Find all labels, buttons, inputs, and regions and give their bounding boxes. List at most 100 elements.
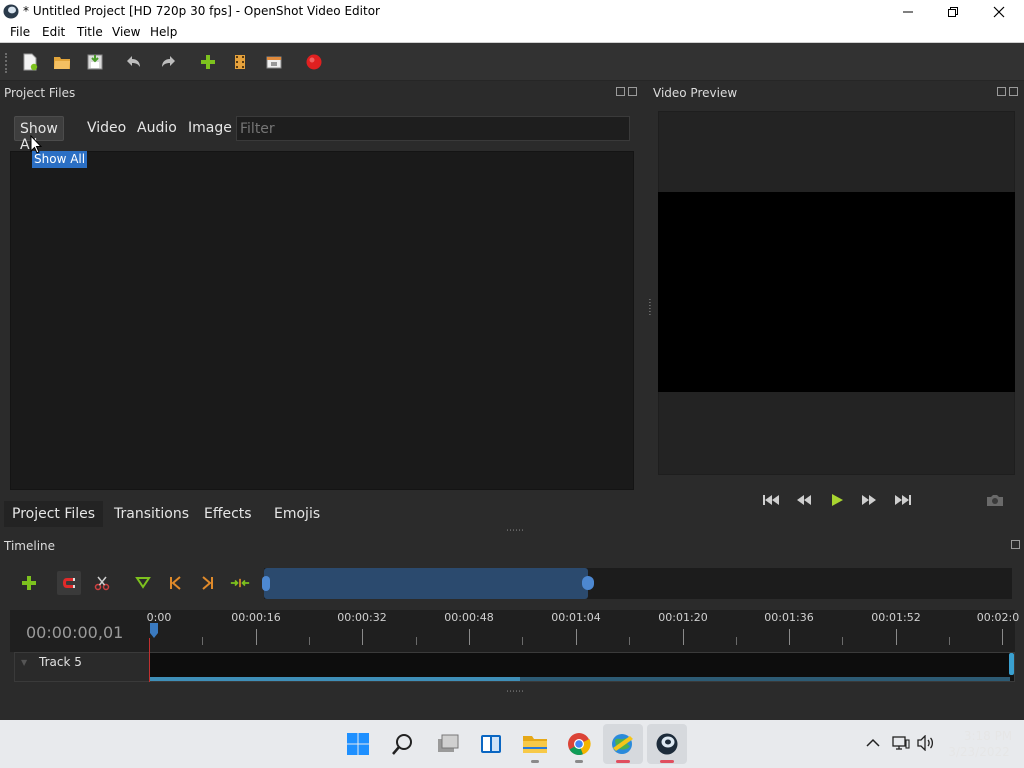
tab-project-files[interactable]: Project Files [4,501,104,527]
menu-title[interactable]: Title [77,25,103,39]
window-title: * Untitled Project [HD 720p 30 fps] - Op… [23,4,380,18]
snapping-toggle[interactable] [57,571,81,595]
vertical-splitter-handle[interactable]: ⋯⋯ [506,526,524,536]
video-preview-dock-title: Video Preview [653,86,738,100]
globe-app-button[interactable] [603,724,643,764]
project-files-list[interactable] [10,151,634,490]
new-project-button[interactable] [19,52,41,72]
import-files-button[interactable] [197,52,219,72]
center-playhead-icon [230,578,250,588]
project-files-dock-buttons [616,87,637,96]
play-button[interactable] [827,491,847,509]
fullscreen-button[interactable] [263,52,285,72]
save-project-icon [87,54,103,70]
ruler-tick [896,629,897,645]
rewind-button[interactable] [794,491,814,509]
float-dock-icon[interactable] [616,87,625,96]
filter-image[interactable]: Image [183,116,237,141]
export-video-button[interactable] [303,52,325,72]
fullscreen-icon [266,56,282,69]
tick-label: 00:01:04 [551,611,601,624]
clock-time[interactable]: 3:18 PM [963,729,1013,743]
redo-button[interactable] [158,52,180,72]
open-project-button[interactable] [51,52,73,72]
close-dock-icon[interactable] [1009,87,1018,96]
widgets-button[interactable] [471,724,511,764]
fast-forward-button[interactable] [859,491,879,509]
zoom-slider-right-handle[interactable] [582,576,594,590]
center-timeline-button[interactable] [230,573,250,593]
running-indicator [575,760,583,763]
folder-icon [523,736,547,753]
choose-profile-button[interactable] [229,52,251,72]
previous-marker-button[interactable] [165,573,185,593]
zoom-slider-range[interactable] [264,568,588,599]
filter-input[interactable] [236,116,630,141]
track-name: Track 5 [39,655,82,669]
fast-forward-icon [862,495,876,505]
ruler-tick [256,629,257,645]
add-marker-button[interactable] [133,573,153,593]
filter-video[interactable]: Video [82,116,131,141]
menu-edit[interactable]: Edit [42,25,65,39]
add-track-button[interactable] [19,573,39,593]
play-icon [832,494,843,506]
close-dock-icon[interactable] [628,87,637,96]
tab-transitions[interactable]: Transitions [106,501,197,527]
razor-tool-button[interactable] [92,573,112,593]
toolbar-grip[interactable] [5,53,9,73]
undo-button[interactable] [122,52,144,72]
float-dock-icon[interactable] [1011,540,1020,549]
menu-help[interactable]: Help [150,25,177,39]
timeline-scrollbar-thumb[interactable] [149,677,520,681]
float-dock-icon[interactable] [997,87,1006,96]
widgets-icon [481,735,501,753]
jump-to-start-button[interactable] [761,491,781,509]
marker-icon [135,577,151,589]
restore-button[interactable] [930,0,976,23]
task-view-button[interactable] [428,724,468,764]
track-header[interactable] [15,653,149,681]
menu-view[interactable]: View [112,25,140,39]
volume-button[interactable] [917,734,935,752]
network-button[interactable] [892,734,910,752]
save-project-button[interactable] [84,52,106,72]
close-icon [993,6,1005,17]
current-time-display: 00:00:00,01 [26,623,124,642]
ruler-tick [469,629,470,645]
ruler-tick [1002,629,1003,645]
track-collapse-icon[interactable]: ▼ [21,658,27,667]
tab-effects[interactable]: Effects [196,501,260,527]
open-project-icon [54,57,70,69]
timeline-splitter-handle[interactable]: ⋯⋯ [506,687,524,697]
running-indicator [660,760,674,763]
mouse-cursor-icon [30,135,42,154]
playhead-line [149,638,150,682]
clock-date[interactable]: 3/23/2022 [946,745,1012,759]
redo-icon [162,56,175,67]
show-hidden-icons-button[interactable] [864,734,882,752]
ruler-minor-tick [202,637,203,645]
filter-audio[interactable]: Audio [132,116,182,141]
chrome-button[interactable] [559,724,599,764]
minimize-button[interactable] [885,0,931,23]
openshot-taskbar-button[interactable] [647,724,687,764]
file-explorer-button[interactable] [515,724,555,764]
zoom-slider-left-handle[interactable] [262,576,270,591]
openshot-logo-icon [3,4,19,19]
snapshot-button[interactable] [985,491,1005,509]
start-button[interactable] [338,724,378,764]
menu-file[interactable]: File [10,25,30,39]
project-files-dock-title: Project Files [4,86,76,100]
tab-emojis[interactable]: Emojis [266,501,328,527]
windows-start-icon [347,733,369,755]
next-marker-button[interactable] [198,573,218,593]
jump-to-end-button[interactable] [893,491,913,509]
close-button[interactable] [976,0,1022,23]
search-button[interactable] [383,724,423,764]
menu-bar: File Edit Title View Help [0,23,1024,43]
add-track-icon [22,576,36,590]
playhead-icon[interactable] [149,623,159,639]
ruler-tick [683,629,684,645]
horizontal-splitter-handle[interactable]: ⋯⋯ [644,298,654,316]
